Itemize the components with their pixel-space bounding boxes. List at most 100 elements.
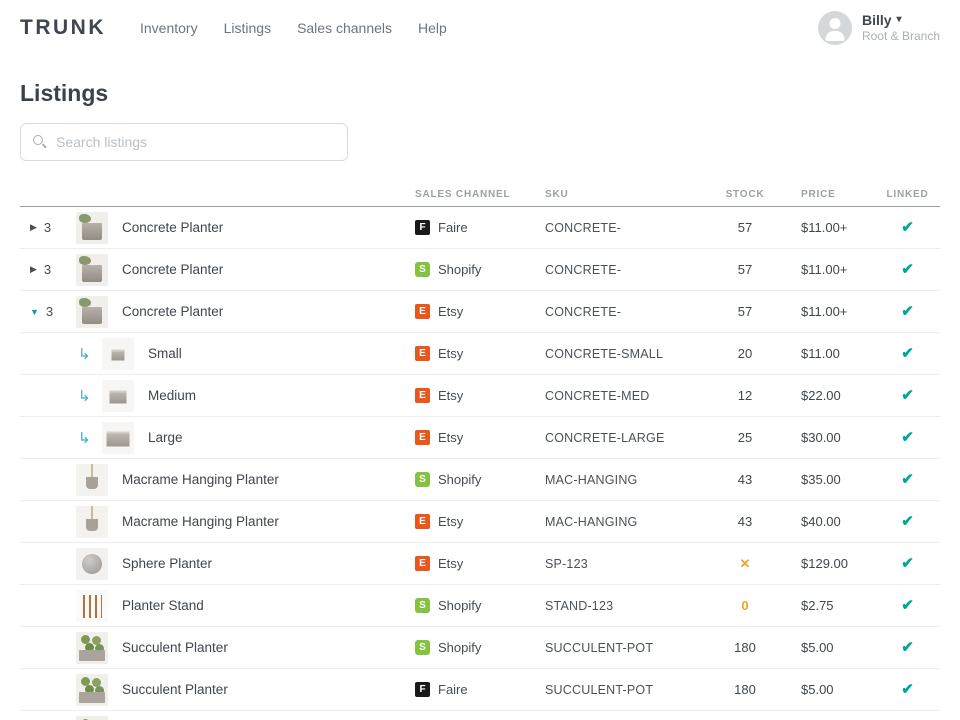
top-bar: Trunk Inventory Listings Sales channels … [0,0,960,56]
product-name: Concrete Planter [122,220,223,235]
listing-item-cell: ▼ 3 Concrete Planter [20,296,415,328]
stock-cell: 0 [705,598,785,613]
nav-item-help[interactable]: Help [418,20,447,36]
listings-table: SALES CHANNEL SKU STOCK PRICE LINKED ▶ 3… [20,183,940,720]
table-row[interactable]: ▶ 3 Concrete Planter F Faire CONCRETE- 5… [20,207,940,249]
linked-check-icon: ✔ [901,345,914,362]
table-row[interactable]: Planter Stand S Shopify STAND-123 0 $2.7… [20,585,940,627]
channel-cell: E Etsy [415,430,545,445]
product-name: Medium [148,388,196,403]
table-row[interactable]: ↳ Large E Etsy CONCRETE-LARGE 25 $30.00 … [20,417,940,459]
listing-item-cell: ▶ 3 Concrete Planter [20,254,415,286]
table-row[interactable]: ↳ Medium E Etsy CONCRETE-MED 12 $22.00 ✔ [20,375,940,417]
expand-toggle[interactable]: ▶ 3 [30,220,76,235]
expand-toggle[interactable]: ▼ 3 [30,304,76,319]
product-name: Succulent Planter [122,640,228,655]
linked-cell: ✔ [875,554,940,573]
expand-arrow-icon: ▼ [30,307,39,317]
table-body: ▶ 3 Concrete Planter F Faire CONCRETE- 5… [20,207,940,720]
expand-toggle[interactable]: ▶ 3 [30,262,76,277]
price-cell: $35.00 [785,472,875,487]
table-row[interactable]: ↳ Small E Etsy CONCRETE-SMALL 20 $11.00 … [20,333,940,375]
price-cell: $40.00 [785,514,875,529]
channel-label: Faire [438,220,468,235]
product-thumbnail [76,632,108,664]
linked-cell: ✔ [875,428,940,447]
user-menu[interactable]: Billy ▾ Root & Branch [818,11,940,45]
channel-label: Shopify [438,472,481,487]
expand-arrow-icon: ▶ [30,264,37,275]
linked-cell: ✔ [875,344,940,363]
brand-logo[interactable]: Trunk [20,16,106,40]
linked-check-icon: ✔ [901,681,914,698]
channel-cell: F Faire [415,220,545,235]
expand-arrow-icon: ▶ [30,222,37,233]
linked-check-icon: ✔ [901,597,914,614]
table-row[interactable]: Macrame Hanging Planter S Shopify MAC-HA… [20,459,940,501]
linked-check-icon: ✔ [901,303,914,320]
variant-count: 3 [44,262,51,277]
listing-item-cell: ▶ 3 Concrete Planter [20,212,415,244]
listing-item-cell: Planter Stand [20,590,415,622]
price-cell: $5.00 [785,682,875,697]
stock-cell: 25 [705,430,785,445]
product-thumbnail [76,674,108,706]
sku-cell: STAND-123 [545,599,705,613]
variant-count: 3 [46,304,53,319]
table-row[interactable]: Macrame Hanging Planter E Etsy MAC-HANGI… [20,501,940,543]
sku-cell: CONCRETE-LARGE [545,431,705,445]
sku-cell: CONCRETE-SMALL [545,347,705,361]
table-row[interactable]: Succulent Planter S Shopify SUCCULENT-PO… [20,627,940,669]
table-row[interactable]: Succulent Planter F Faire SUCCULENT-POT … [20,669,940,711]
linked-cell: ✔ [875,638,940,657]
linked-cell: ✔ [875,470,940,489]
channel-icon: S [415,472,430,487]
search-box [20,123,348,161]
nav-item-listings[interactable]: Listings [224,20,271,36]
table-row[interactable]: ▼ 3 Concrete Planter E Etsy CONCRETE- 57… [20,291,940,333]
product-thumbnail [102,422,134,454]
column-header-linked: LINKED [875,189,940,200]
table-row[interactable]: Sphere Planter E Etsy SP-123 ✕ $129.00 ✔ [20,543,940,585]
channel-cell: E Etsy [415,304,545,319]
product-thumbnail [76,716,108,720]
product-thumbnail [76,506,108,538]
user-name: Billy [862,12,892,30]
listing-item-cell: Macrame Hanging Planter [20,506,415,538]
product-name: Concrete Planter [122,304,223,319]
nav-item-inventory[interactable]: Inventory [140,20,198,36]
product-name: Sphere Planter [122,556,212,571]
table-row[interactable] [20,711,940,720]
linked-check-icon: ✔ [901,555,914,572]
child-arrow-icon: ↳ [78,345,102,363]
linked-cell: ✔ [875,260,940,279]
column-header-price: PRICE [785,189,875,200]
stock-cell: 43 [705,472,785,487]
stock-cell: 43 [705,514,785,529]
channel-label: Etsy [438,346,463,361]
user-text: Billy ▾ Root & Branch [862,12,940,45]
table-row[interactable]: ▶ 3 Concrete Planter S Shopify CONCRETE-… [20,249,940,291]
channel-label: Etsy [438,514,463,529]
channel-icon: E [415,388,430,403]
sku-cell: SP-123 [545,557,705,571]
sku-cell: MAC-HANGING [545,473,705,487]
price-cell: $11.00+ [785,304,875,319]
search-input[interactable] [56,134,335,150]
channel-cell: E Etsy [415,346,545,361]
sku-cell: CONCRETE- [545,221,705,235]
product-name: Concrete Planter [122,262,223,277]
column-header-stock: STOCK [705,189,785,200]
product-thumbnail [76,548,108,580]
nav-item-sales-channels[interactable]: Sales channels [297,20,392,36]
channel-cell: E Etsy [415,556,545,571]
listing-item-cell: ↳ Medium [20,380,415,412]
user-org: Root & Branch [862,29,940,44]
linked-cell: ✔ [875,512,940,531]
linked-check-icon: ✔ [901,387,914,404]
stock-cell: 12 [705,388,785,403]
linked-cell: ✔ [875,386,940,405]
listing-item-cell: Macrame Hanging Planter [20,464,415,496]
price-cell: $11.00 [785,346,875,361]
channel-label: Etsy [438,556,463,571]
